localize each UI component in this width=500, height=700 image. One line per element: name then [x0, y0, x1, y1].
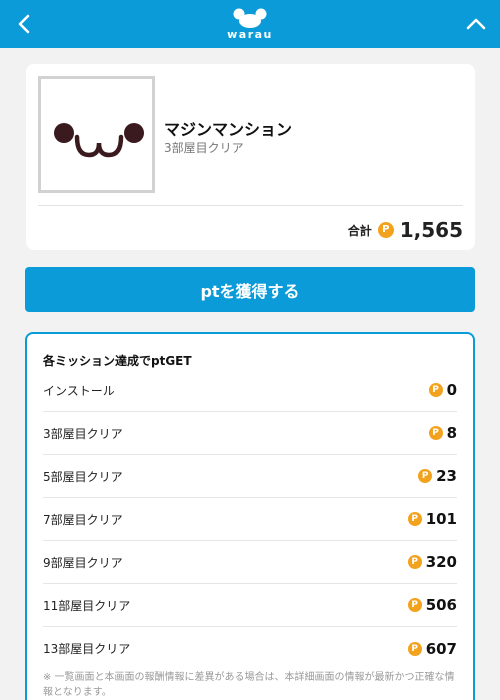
point-coin-icon: P — [407, 512, 422, 526]
mission-points: P 506 — [407, 596, 457, 614]
mission-value: 8 — [446, 424, 457, 442]
mission-panel: 各ミッション達成でptGET インストール P 0 3部屋目クリア P 8 5部… — [25, 332, 475, 700]
mission-points: P 8 — [428, 424, 457, 442]
mission-row: 5部屋目クリア P 23 — [43, 455, 457, 498]
point-coin-icon: P — [407, 598, 422, 612]
total-row: 合計 P 1,565 — [348, 216, 463, 244]
point-coin-icon: P — [428, 426, 443, 440]
chevron-left-icon — [18, 14, 30, 34]
app-title: マジンマンション — [164, 120, 293, 139]
mission-points: P 101 — [407, 510, 457, 528]
total-label: 合計 — [347, 223, 372, 238]
logo-mark-icon — [233, 8, 267, 28]
mission-label: 11部屋目クリア — [43, 598, 131, 613]
mission-label: 13部屋目クリア — [43, 642, 131, 656]
logo-text: warau — [227, 28, 273, 41]
app-status: 3部屋目クリア — [164, 141, 244, 155]
app-icon — [38, 76, 155, 193]
app-card: マジンマンション 3部屋目クリア 合計 P 1,565 — [26, 64, 475, 250]
mission-row: 3部屋目クリア P 8 — [43, 412, 457, 455]
mission-label: 9部屋目クリア — [43, 555, 123, 570]
point-coin-icon: P — [428, 383, 443, 397]
mission-points: P 607 — [407, 639, 457, 658]
app-header: warau — [0, 0, 500, 48]
back-button[interactable] — [0, 0, 48, 48]
point-coin-icon: P — [407, 555, 422, 569]
mission-row: インストール P 0 — [43, 369, 457, 412]
disclaimer-note: ※ 一覧画面と本画面の報酬情報に差異がある場合は、本詳細画面の情報が最新かつ正確… — [43, 672, 455, 698]
divider — [38, 205, 463, 206]
mission-title: 各ミッション達成でptGET — [43, 354, 192, 368]
collapse-button[interactable] — [452, 0, 500, 48]
get-points-button[interactable]: ptを獲得する — [25, 267, 475, 312]
mission-value: 506 — [425, 596, 457, 614]
mission-value: 607 — [425, 639, 457, 658]
total-value: 1,565 — [399, 218, 463, 242]
point-coin-icon: P — [377, 222, 394, 238]
warau-logo[interactable]: warau — [227, 8, 273, 40]
mission-list: インストール P 0 3部屋目クリア P 8 5部屋目クリア P 23 7部屋目… — [43, 369, 457, 670]
mission-points: P 0 — [428, 381, 457, 399]
mission-row: 13部屋目クリア P 607 — [43, 627, 457, 670]
mission-value: 320 — [425, 553, 457, 571]
mission-row: 11部屋目クリア P 506 — [43, 584, 457, 627]
mission-row: 9部屋目クリア P 320 — [43, 541, 457, 584]
mission-points: P 320 — [407, 553, 457, 571]
mission-value: 23 — [436, 467, 457, 485]
point-coin-icon: P — [407, 641, 422, 656]
mission-value: 0 — [446, 381, 457, 399]
kaomoji-face-icon — [54, 123, 144, 158]
mission-points: P 23 — [418, 467, 457, 485]
mission-label: 3部屋目クリア — [43, 426, 123, 441]
mission-label: インストール — [43, 383, 115, 398]
mission-label: 7部屋目クリア — [43, 512, 123, 527]
point-coin-icon: P — [418, 469, 433, 483]
mission-label: 5部屋目クリア — [43, 469, 123, 484]
chevron-up-icon — [466, 18, 486, 30]
mission-value: 101 — [425, 510, 457, 528]
mission-row: 7部屋目クリア P 101 — [43, 498, 457, 541]
